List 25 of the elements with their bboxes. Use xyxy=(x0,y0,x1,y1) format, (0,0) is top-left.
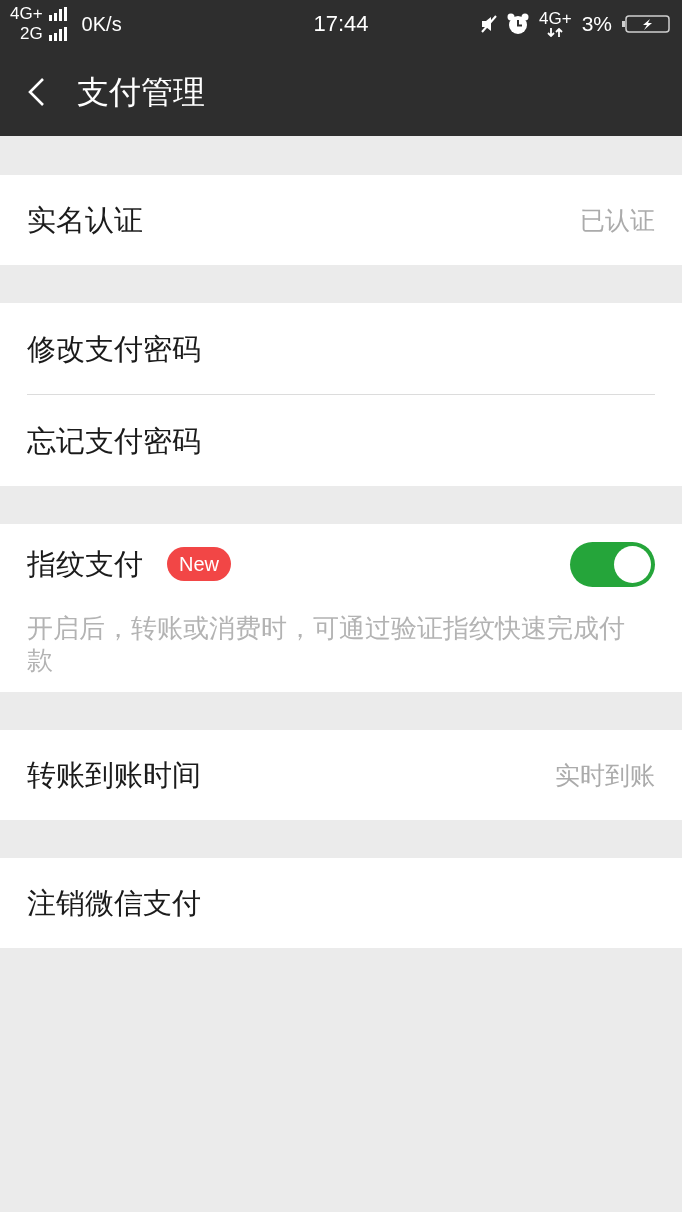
setting-label: 转账到账时间 xyxy=(27,758,201,793)
alarm-clock-icon xyxy=(507,13,530,35)
data-arrows-icon xyxy=(547,28,564,37)
network-type: 4G+ xyxy=(10,5,43,23)
new-badge: New xyxy=(167,547,231,581)
page-title: 支付管理 xyxy=(77,73,205,111)
setting-value: 实时到账 xyxy=(555,760,655,790)
setting-label: 忘记支付密码 xyxy=(27,423,201,459)
setting-description: 开启后，转账或消费时，可通过验证指纹快速完成付款 xyxy=(26,612,626,677)
battery-percent: 3% xyxy=(581,13,612,35)
signal-bars-icon xyxy=(47,27,68,41)
toggle-switch[interactable] xyxy=(570,541,655,587)
setting-label: 指纹支付 xyxy=(27,547,143,582)
muted-speaker-icon xyxy=(480,15,498,33)
battery-icon xyxy=(622,15,670,33)
mobile-data-type: 4G+ xyxy=(539,11,572,27)
network-speed: 0K/s xyxy=(81,13,122,35)
back-icon[interactable] xyxy=(27,77,45,107)
network-type: 2G xyxy=(19,25,43,43)
signal-bars-icon xyxy=(47,7,68,21)
setting-value: 已认证 xyxy=(580,205,655,235)
status-time: 17:44 xyxy=(313,12,369,36)
setting-label: 实名认证 xyxy=(27,203,143,238)
setting-label: 修改支付密码 xyxy=(27,331,201,367)
setting-label: 注销微信支付 xyxy=(27,886,201,921)
